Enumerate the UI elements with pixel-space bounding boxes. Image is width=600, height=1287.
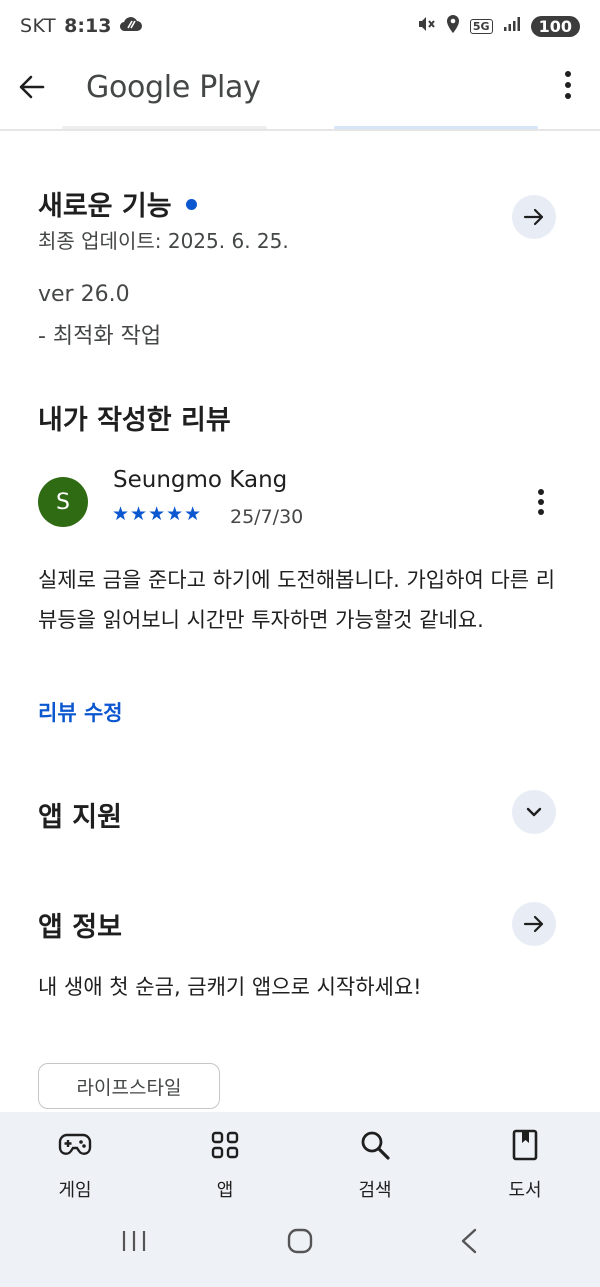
app-description: 내 생애 첫 순금, 금캐기 앱으로 시작하세요!: [38, 975, 422, 999]
recents-icon: [122, 1231, 146, 1251]
cloud-icon: [119, 15, 143, 38]
category-chip[interactable]: 라이프스타일: [38, 1063, 220, 1109]
clock: 8:13: [64, 15, 112, 37]
gamepad-icon: [58, 1128, 92, 1162]
whats-new-title[interactable]: 새로운 기능: [38, 184, 197, 223]
star-rating: ★★★★★: [112, 503, 203, 525]
edit-review-link[interactable]: 리뷰 수정: [38, 697, 123, 727]
more-vert-icon: [538, 489, 544, 515]
reviewer-name: Seungmo Kang: [113, 467, 288, 493]
review-more-button[interactable]: [537, 488, 545, 520]
apps-grid-icon: [211, 1128, 239, 1162]
nav-item-search[interactable]: 검색: [320, 1112, 430, 1202]
recent-apps-button[interactable]: [120, 1228, 148, 1258]
mute-icon: [416, 14, 436, 39]
status-right: 5G 100: [416, 14, 580, 39]
app-bar-divider: [0, 129, 600, 131]
my-review-title: 내가 작성한 리뷰: [38, 405, 231, 436]
arrow-forward-icon: [523, 208, 544, 226]
nav-label-games: 게임: [58, 1180, 92, 1201]
back-arrow-icon: [19, 75, 45, 99]
app-title: Google Play: [86, 69, 261, 105]
network-badge: 5G: [469, 18, 493, 34]
app-info-arrow-button[interactable]: [512, 902, 556, 946]
chevron-down-icon: [526, 807, 542, 817]
search-icon: [360, 1128, 390, 1162]
status-bar: SKT 8:13 5G 100: [0, 0, 600, 52]
arrow-forward-icon: [523, 915, 544, 933]
back-chevron-icon: [461, 1228, 477, 1254]
nav-item-books[interactable]: 도서: [470, 1112, 580, 1202]
app-support-title[interactable]: 앱 지원: [38, 795, 122, 834]
system-back-button[interactable]: [458, 1228, 480, 1258]
nav-item-games[interactable]: 게임: [20, 1112, 130, 1202]
nav-label-apps: 앱: [216, 1180, 234, 1201]
last-updated: 최종 업데이트: 2025. 6. 25.: [38, 229, 289, 253]
whats-new-title-text: 새로운 기능: [38, 191, 172, 222]
carrier-label: SKT: [20, 15, 57, 37]
app-support-expand-button[interactable]: [512, 790, 556, 834]
home-button[interactable]: [286, 1228, 314, 1258]
release-notes: - 최적화 작업: [38, 324, 162, 349]
review-body: 실제로 금을 준다고 하기에 도전해봅니다. 가입하여 다른 리뷰등을 읽어보니…: [38, 568, 556, 632]
app-info-title[interactable]: 앱 정보: [38, 905, 122, 944]
version-text: ver 26.0: [38, 282, 130, 307]
app-bar: Google Play: [0, 52, 600, 122]
avatar: S: [38, 477, 88, 527]
new-indicator-dot: [185, 199, 197, 210]
nav-label-books: 도서: [508, 1180, 542, 1201]
nav-item-apps[interactable]: 앱: [170, 1112, 280, 1202]
nav-label-search: 검색: [358, 1180, 392, 1201]
book-icon: [512, 1128, 538, 1162]
whats-new-arrow-button[interactable]: [512, 195, 556, 239]
overflow-menu-button[interactable]: [564, 70, 572, 104]
location-icon: [446, 14, 460, 39]
more-vert-icon: [565, 71, 571, 99]
signal-icon: [503, 15, 521, 37]
review-date: 25/7/30: [230, 506, 304, 528]
battery-level: 100: [530, 15, 580, 37]
home-icon: [287, 1228, 313, 1254]
back-button[interactable]: [18, 62, 68, 112]
system-navigation-bar: [0, 1212, 600, 1287]
status-left: SKT 8:13: [20, 15, 143, 38]
